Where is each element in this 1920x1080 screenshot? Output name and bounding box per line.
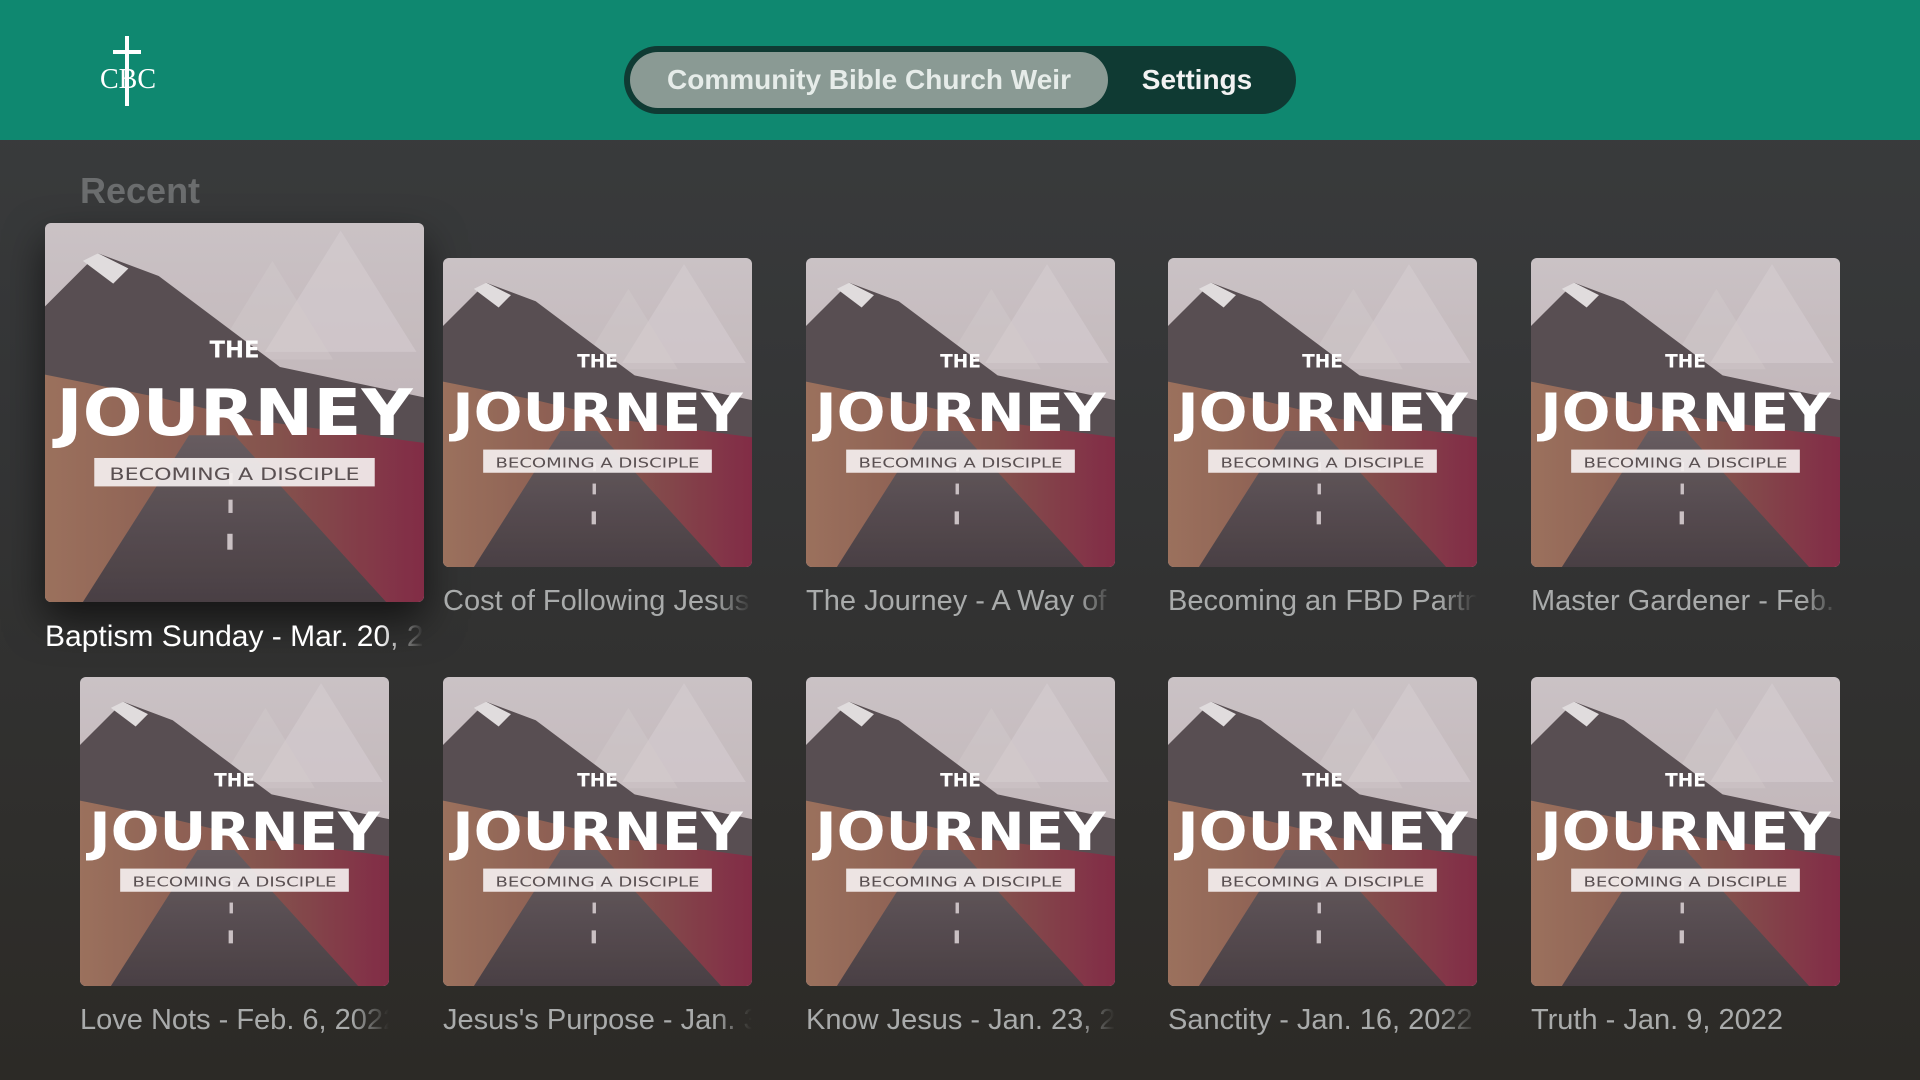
artwork-subtitle: BECOMING A DISCIPLE xyxy=(496,875,700,891)
artwork-subtitle: BECOMING A DISCIPLE xyxy=(859,875,1063,891)
artwork-title-main: JOURNEY xyxy=(52,376,414,451)
artwork-title-top: THE xyxy=(577,771,618,792)
artwork-title-top: THE xyxy=(1302,352,1343,373)
logo-text: CBC xyxy=(100,64,156,95)
sermon-artwork: THE JOURNEY BECOMING A DISCIPLE xyxy=(806,677,1115,986)
sermon-tile[interactable]: THE JOURNEY BECOMING A DISCIPLE Cost of Fol… xyxy=(443,258,752,637)
sermon-artwork-image: THE JOURNEY BECOMING A DISCIPLE xyxy=(1168,677,1477,986)
sermon-tile[interactable]: THE JOURNEY BECOMING A DISCIPLE Know Jesus … xyxy=(806,677,1115,1056)
sermon-title: Jesus's Purpose - Jan. 30, 2022 xyxy=(443,1004,752,1036)
artwork-subtitle: BECOMING A DISCIPLE xyxy=(1221,875,1425,891)
artwork-subtitle: BECOMING A DISCIPLE xyxy=(1584,456,1788,472)
sermon-tile[interactable]: THE JOURNEY BECOMING A DISCIPLE Truth - Jan… xyxy=(1531,677,1840,1056)
sermon-artwork-image: THE JOURNEY BECOMING A DISCIPLE xyxy=(806,258,1115,567)
artwork-title-top: THE xyxy=(577,352,618,373)
sermon-title: Baptism Sunday - Mar. 20, 2022 xyxy=(45,620,424,653)
artwork-title-main: JOURNEY xyxy=(1174,802,1469,863)
sermon-artwork: THE JOURNEY BECOMING A DISCIPLE xyxy=(1168,258,1477,567)
sermon-title: Know Jesus - Jan. 23, 2022 xyxy=(806,1004,1115,1036)
artwork-title-main: JOURNEY xyxy=(812,383,1107,444)
top-bar: CBC Community Bible Church Weir Settings xyxy=(0,0,1920,140)
sermon-tile[interactable]: THE JOURNEY BECOMING A DISCIPLE The Journey… xyxy=(806,258,1115,637)
artwork-title-top: THE xyxy=(1665,352,1706,373)
artwork-title-main: JOURNEY xyxy=(812,802,1107,863)
artwork-title-top: THE xyxy=(940,771,981,792)
sermon-tile[interactable]: THE JOURNEY BECOMING A DISCIPLE Baptism Sun… xyxy=(45,223,424,672)
artwork-subtitle: BECOMING A DISCIPLE xyxy=(1221,456,1425,472)
artwork-title-main: JOURNEY xyxy=(86,802,381,863)
sermon-artwork-image: THE JOURNEY BECOMING A DISCIPLE xyxy=(80,677,389,986)
sermon-artwork: THE JOURNEY BECOMING A DISCIPLE xyxy=(443,258,752,567)
tab-settings[interactable]: Settings xyxy=(1112,52,1282,108)
sermon-artwork-image: THE JOURNEY BECOMING A DISCIPLE xyxy=(443,258,752,567)
artwork-title-top: THE xyxy=(209,338,259,364)
artwork-subtitle: BECOMING A DISCIPLE xyxy=(109,465,359,484)
sermon-artwork: THE JOURNEY BECOMING A DISCIPLE xyxy=(443,677,752,986)
artwork-subtitle: BECOMING A DISCIPLE xyxy=(133,875,337,891)
sermon-title: Cost of Following Jesus xyxy=(443,585,750,617)
artwork-subtitle: BECOMING A DISCIPLE xyxy=(1584,875,1788,891)
sermon-artwork-image: THE JOURNEY BECOMING A DISCIPLE xyxy=(806,677,1115,986)
sermon-artwork-image: THE JOURNEY BECOMING A DISCIPLE xyxy=(1531,677,1840,986)
cross-logo-icon: CBC xyxy=(100,36,156,106)
section-title-recent: Recent xyxy=(80,170,201,211)
church-logo: CBC xyxy=(96,34,160,108)
sermon-tile[interactable]: THE JOURNEY BECOMING A DISCIPLE Love Nots -… xyxy=(80,677,389,1056)
artwork-title-top: THE xyxy=(1302,771,1343,792)
sermon-artwork-image: THE JOURNEY BECOMING A DISCIPLE xyxy=(1531,258,1840,567)
artwork-subtitle: BECOMING A DISCIPLE xyxy=(496,456,700,472)
artwork-title-top: THE xyxy=(214,771,255,792)
sermon-artwork: THE JOURNEY BECOMING A DISCIPLE xyxy=(1531,677,1840,986)
sermon-title: Love Nots - Feb. 6, 2022 xyxy=(80,1004,389,1036)
sermon-tile[interactable]: THE JOURNEY BECOMING A DISCIPLE Becoming an… xyxy=(1168,258,1477,637)
top-nav: Community Bible Church Weir Settings xyxy=(624,46,1296,114)
artwork-title-main: JOURNEY xyxy=(1537,802,1832,863)
sermon-title: Becoming an FBD Partner xyxy=(1168,585,1477,617)
artwork-title-main: JOURNEY xyxy=(1537,383,1832,444)
sermon-artwork: THE JOURNEY BECOMING A DISCIPLE xyxy=(80,677,389,986)
sermon-tile[interactable]: THE JOURNEY BECOMING A DISCIPLE Jesus's Pur… xyxy=(443,677,752,1056)
sermon-artwork-image: THE JOURNEY BECOMING A DISCIPLE xyxy=(443,677,752,986)
artwork-title-main: JOURNEY xyxy=(1174,383,1469,444)
artwork-title-main: JOURNEY xyxy=(449,802,744,863)
sermon-artwork-image: THE JOURNEY BECOMING A DISCIPLE xyxy=(45,223,424,602)
sermon-title: Sanctity - Jan. 16, 2022 xyxy=(1168,1004,1473,1036)
sermon-artwork-image: THE JOURNEY BECOMING A DISCIPLE xyxy=(1168,258,1477,567)
sermon-tile[interactable]: THE JOURNEY BECOMING A DISCIPLE Master Gard… xyxy=(1531,258,1840,637)
sermon-title: Truth - Jan. 9, 2022 xyxy=(1531,1004,1784,1036)
sermon-title: Master Gardener - Feb. 13, 2022 xyxy=(1531,585,1840,617)
artwork-title-top: THE xyxy=(1665,771,1706,792)
sermon-artwork: THE JOURNEY BECOMING A DISCIPLE xyxy=(1531,258,1840,567)
sermon-artwork: THE JOURNEY BECOMING A DISCIPLE xyxy=(806,258,1115,567)
sermon-title: The Journey - A Way of Life xyxy=(806,585,1115,617)
tab-community-bible-church-weir[interactable]: Community Bible Church Weir xyxy=(630,52,1108,108)
sermon-artwork: THE JOURNEY BECOMING A DISCIPLE xyxy=(45,223,424,602)
sermon-tile[interactable]: THE JOURNEY BECOMING A DISCIPLE Sanctity - … xyxy=(1168,677,1477,1056)
artwork-title-main: JOURNEY xyxy=(449,383,744,444)
artwork-subtitle: BECOMING A DISCIPLE xyxy=(859,456,1063,472)
sermon-artwork: THE JOURNEY BECOMING A DISCIPLE xyxy=(1168,677,1477,986)
artwork-title-top: THE xyxy=(940,352,981,373)
